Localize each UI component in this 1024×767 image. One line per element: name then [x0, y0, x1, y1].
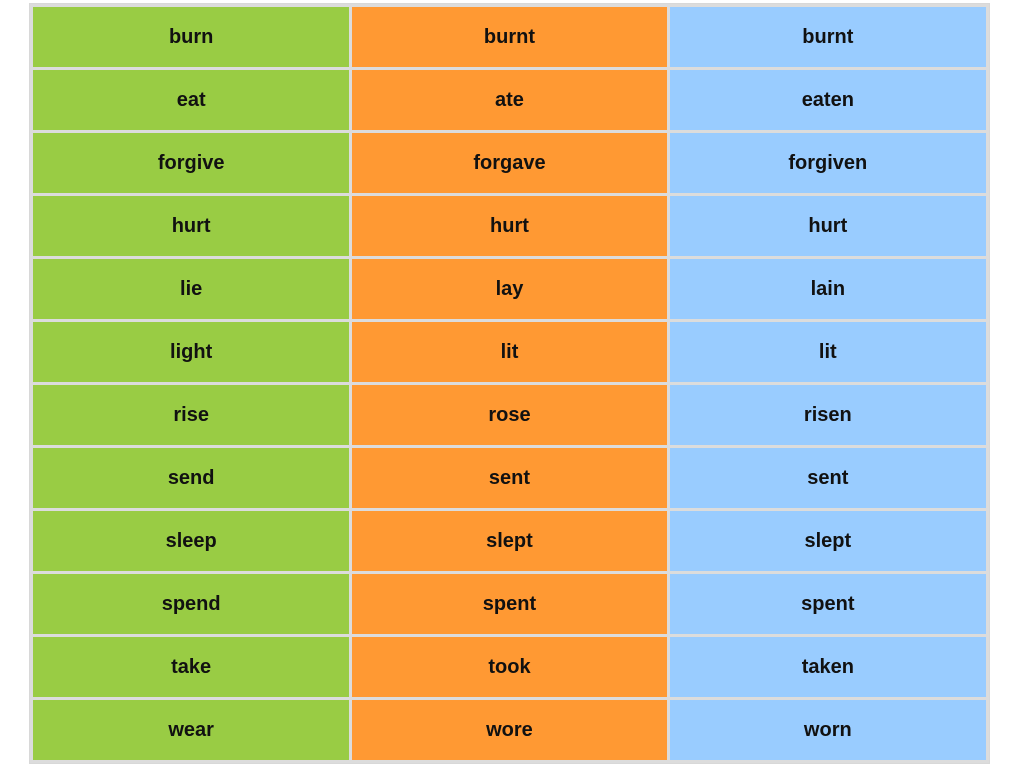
table-row: eat ate eaten: [33, 70, 986, 130]
cell-participle-form: worn: [669, 700, 986, 760]
table-row: rise rose risen: [33, 385, 986, 445]
cell-participle-form: taken: [669, 637, 986, 697]
cell-base-form: hurt: [33, 196, 350, 256]
cell-base-form: rise: [33, 385, 350, 445]
table-row: burn burnt burnt: [33, 7, 986, 67]
cell-base-form: light: [33, 322, 350, 382]
cell-participle-form: hurt: [669, 196, 986, 256]
cell-past-form: lit: [352, 322, 667, 382]
cell-base-form: forgive: [33, 133, 350, 193]
table-row: light lit lit: [33, 322, 986, 382]
cell-past-form: ate: [352, 70, 667, 130]
cell-participle-form: sent: [669, 448, 986, 508]
irregular-verbs-table: burn burnt burnt eat ate eaten forgive forgave f…: [30, 4, 989, 763]
table-row: hurt hurt hurt: [33, 196, 986, 256]
cell-participle-form: forgiven: [669, 133, 986, 193]
table-row: sleep slept slept: [33, 511, 986, 571]
cell-past-form: hurt: [352, 196, 667, 256]
cell-base-form: sleep: [33, 511, 350, 571]
table-row: send sent sent: [33, 448, 986, 508]
cell-base-form: spend: [33, 574, 350, 634]
cell-past-form: lay: [352, 259, 667, 319]
cell-base-form: wear: [33, 700, 350, 760]
cell-base-form: send: [33, 448, 350, 508]
table-row: lie lay lain: [33, 259, 986, 319]
cell-past-form: sent: [352, 448, 667, 508]
cell-base-form: lie: [33, 259, 350, 319]
cell-participle-form: lit: [669, 322, 986, 382]
cell-participle-form: burnt: [669, 7, 986, 67]
cell-past-form: rose: [352, 385, 667, 445]
cell-base-form: eat: [33, 70, 350, 130]
table-row: take took taken: [33, 637, 986, 697]
cell-past-form: wore: [352, 700, 667, 760]
table-row: forgive forgave forgiven: [33, 133, 986, 193]
cell-participle-form: lain: [669, 259, 986, 319]
cell-past-form: slept: [352, 511, 667, 571]
cell-past-form: took: [352, 637, 667, 697]
cell-participle-form: spent: [669, 574, 986, 634]
cell-past-form: burnt: [352, 7, 667, 67]
table-row: spend spent spent: [33, 574, 986, 634]
table-row: wear wore worn: [33, 700, 986, 760]
cell-participle-form: eaten: [669, 70, 986, 130]
cell-participle-form: slept: [669, 511, 986, 571]
cell-participle-form: risen: [669, 385, 986, 445]
cell-past-form: forgave: [352, 133, 667, 193]
cell-base-form: take: [33, 637, 350, 697]
cell-past-form: spent: [352, 574, 667, 634]
verb-table-container: burn burnt burnt eat ate eaten forgive forgave f…: [29, 3, 990, 764]
cell-base-form: burn: [33, 7, 350, 67]
